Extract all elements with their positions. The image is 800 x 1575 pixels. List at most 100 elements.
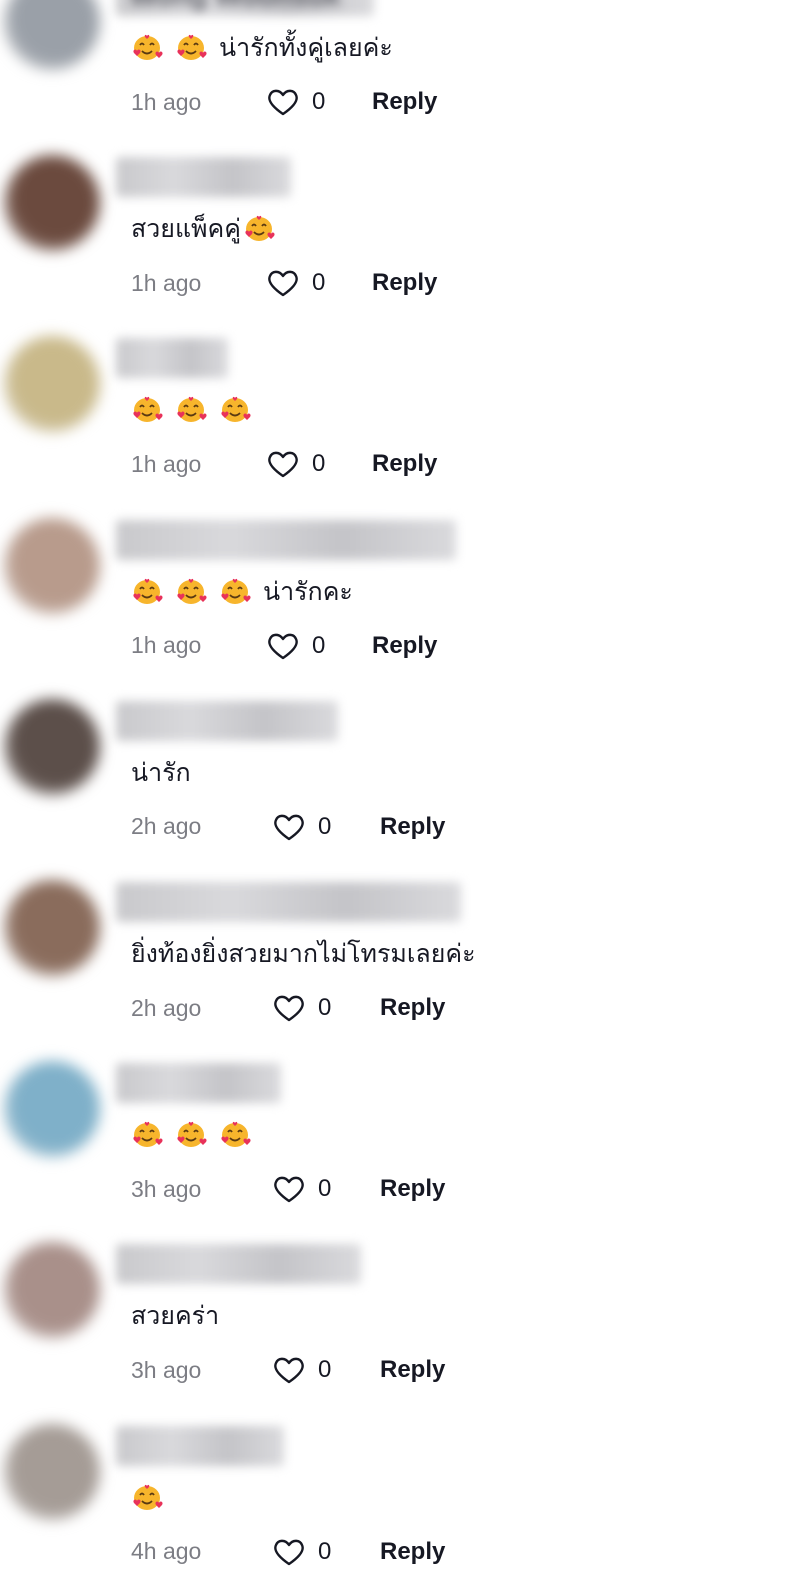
comment-text (131, 1478, 175, 1518)
username[interactable] (116, 1244, 361, 1285)
reply-button[interactable]: Reply (380, 1538, 445, 1566)
comment-meta: 3h ago 0 Reply (131, 1173, 445, 1205)
comment-meta: 1h ago 0 Reply (131, 86, 437, 118)
reply-button[interactable]: Reply (372, 450, 437, 478)
username[interactable] (116, 700, 338, 741)
username[interactable] (116, 882, 461, 922)
comment-item: 4h ago 0 Reply (0, 1408, 800, 1575)
comment-text: ยิ่งท้องยิ่งสวยมากไม่โทรมเลยค่ะ (131, 934, 476, 974)
comment-list: Wong Woonsuk น่ารักทั้งคู่เลยค่ะ 1h ago 0 R… (0, 0, 800, 1575)
smiling-face-with-hearts-emoji-icon (131, 395, 163, 425)
smiling-face-with-hearts-emoji-icon (219, 577, 251, 607)
heart-icon[interactable] (272, 992, 310, 1024)
comment-meta: 1h ago 0 Reply (131, 267, 437, 299)
avatar[interactable] (4, 517, 100, 614)
comment-text (131, 1115, 263, 1155)
avatar[interactable] (4, 698, 100, 795)
smiling-face-with-hearts-emoji-icon (219, 1120, 251, 1150)
username[interactable] (116, 157, 291, 198)
avatar[interactable] (4, 1423, 100, 1520)
comment-item: Wong Woonsuk น่ารักทั้งคู่เลยค่ะ 1h ago 0 R… (0, 0, 800, 139)
comment-text (131, 390, 263, 430)
like-count: 0 (312, 450, 326, 478)
smiling-face-with-hearts-emoji-icon (175, 395, 207, 425)
comment-item: น่ารักคะ 1h ago 0 Reply (0, 502, 800, 683)
comment-body: น่ารักคะ (263, 576, 353, 606)
smiling-face-with-hearts-emoji-icon (131, 33, 163, 63)
timestamp: 1h ago (131, 88, 202, 115)
avatar[interactable] (4, 155, 100, 252)
username[interactable]: Wong Woonsuk (116, 0, 374, 16)
timestamp: 1h ago (131, 632, 202, 659)
comment-meta: 4h ago 0 Reply (131, 1536, 445, 1568)
comment-meta: 3h ago 0 Reply (131, 1354, 445, 1386)
smiling-face-with-hearts-emoji-icon (243, 214, 275, 244)
comment-text: สวยแพ็คคู่ (131, 209, 279, 249)
reply-button[interactable]: Reply (372, 269, 437, 297)
comment-body: น่ารัก (131, 757, 191, 787)
heart-icon[interactable] (266, 267, 304, 299)
smiling-face-with-hearts-emoji-icon (131, 577, 163, 607)
comment-meta: 2h ago 0 Reply (131, 992, 445, 1024)
reply-button[interactable]: Reply (380, 994, 445, 1022)
smiling-face-with-hearts-emoji-icon (175, 1120, 207, 1150)
comment-item: สวยแพ็คคู่ 1h ago 0 Reply (0, 139, 800, 320)
like-count: 0 (312, 88, 326, 115)
comment-text: น่ารักทั้งคู่เลยค่ะ (131, 28, 393, 68)
timestamp: 1h ago (131, 450, 202, 477)
smiling-face-with-hearts-emoji-icon (131, 1120, 163, 1150)
reply-button[interactable]: Reply (380, 1175, 445, 1203)
timestamp: 1h ago (131, 269, 202, 296)
reply-button[interactable]: Reply (380, 813, 445, 841)
avatar[interactable] (4, 0, 100, 70)
heart-icon[interactable] (266, 630, 304, 662)
heart-icon[interactable] (272, 1536, 310, 1568)
comment-body: น่ารักทั้งคู่เลยค่ะ (219, 33, 393, 62)
username-text: Wong Woonsuk (116, 0, 374, 16)
comment-meta: 1h ago 0 Reply (131, 448, 437, 480)
timestamp: 2h ago (131, 813, 202, 840)
comment-meta: 2h ago 0 Reply (131, 811, 445, 843)
comment-body: สวยคร่า (131, 1301, 220, 1331)
username[interactable] (116, 519, 456, 560)
username[interactable] (116, 1425, 284, 1466)
heart-icon[interactable] (266, 448, 304, 480)
comment-item: สวยคร่า 3h ago 0 Reply (0, 1226, 800, 1407)
timestamp: 3h ago (131, 1175, 202, 1202)
like-count: 0 (318, 1537, 332, 1565)
username[interactable] (116, 338, 228, 379)
avatar[interactable] (4, 880, 100, 976)
comment-item: ยิ่งท้องยิ่งสวยมากไม่โทรมเลยค่ะ 2h ago 0 Re… (0, 864, 800, 1045)
comment-item: น่ารัก 2h ago 0 Reply (0, 683, 800, 864)
comment-body: ยิ่งท้องยิ่งสวยมากไม่โทรมเลยค่ะ (131, 939, 476, 968)
comment-text: น่ารักคะ (131, 572, 353, 612)
comment-item: 1h ago 0 Reply (0, 320, 800, 501)
avatar[interactable] (4, 336, 100, 433)
comment-item: 3h ago 0 Reply (0, 1045, 800, 1226)
timestamp: 3h ago (131, 1356, 202, 1383)
like-count: 0 (318, 1175, 332, 1203)
reply-button[interactable]: Reply (372, 88, 437, 116)
timestamp: 2h ago (131, 994, 202, 1021)
like-count: 0 (318, 1356, 332, 1384)
reply-button[interactable]: Reply (380, 1356, 445, 1384)
smiling-face-with-hearts-emoji-icon (175, 577, 207, 607)
heart-icon[interactable] (272, 1354, 310, 1386)
reply-button[interactable]: Reply (372, 632, 437, 660)
timestamp: 4h ago (131, 1538, 202, 1565)
comment-meta: 1h ago 0 Reply (131, 630, 437, 662)
heart-icon[interactable] (266, 86, 304, 118)
smiling-face-with-hearts-emoji-icon (175, 33, 207, 63)
username[interactable] (116, 1063, 281, 1104)
like-count: 0 (312, 269, 326, 297)
smiling-face-with-hearts-emoji-icon (219, 395, 251, 425)
heart-icon[interactable] (272, 1173, 310, 1205)
comment-body: สวยแพ็คคู่ (131, 214, 241, 244)
like-count: 0 (318, 994, 332, 1021)
avatar[interactable] (4, 1061, 100, 1158)
like-count: 0 (318, 812, 332, 840)
smiling-face-with-hearts-emoji-icon (131, 1483, 163, 1513)
heart-icon[interactable] (272, 811, 310, 843)
avatar[interactable] (4, 1242, 100, 1339)
comment-text: น่ารัก (131, 753, 191, 793)
